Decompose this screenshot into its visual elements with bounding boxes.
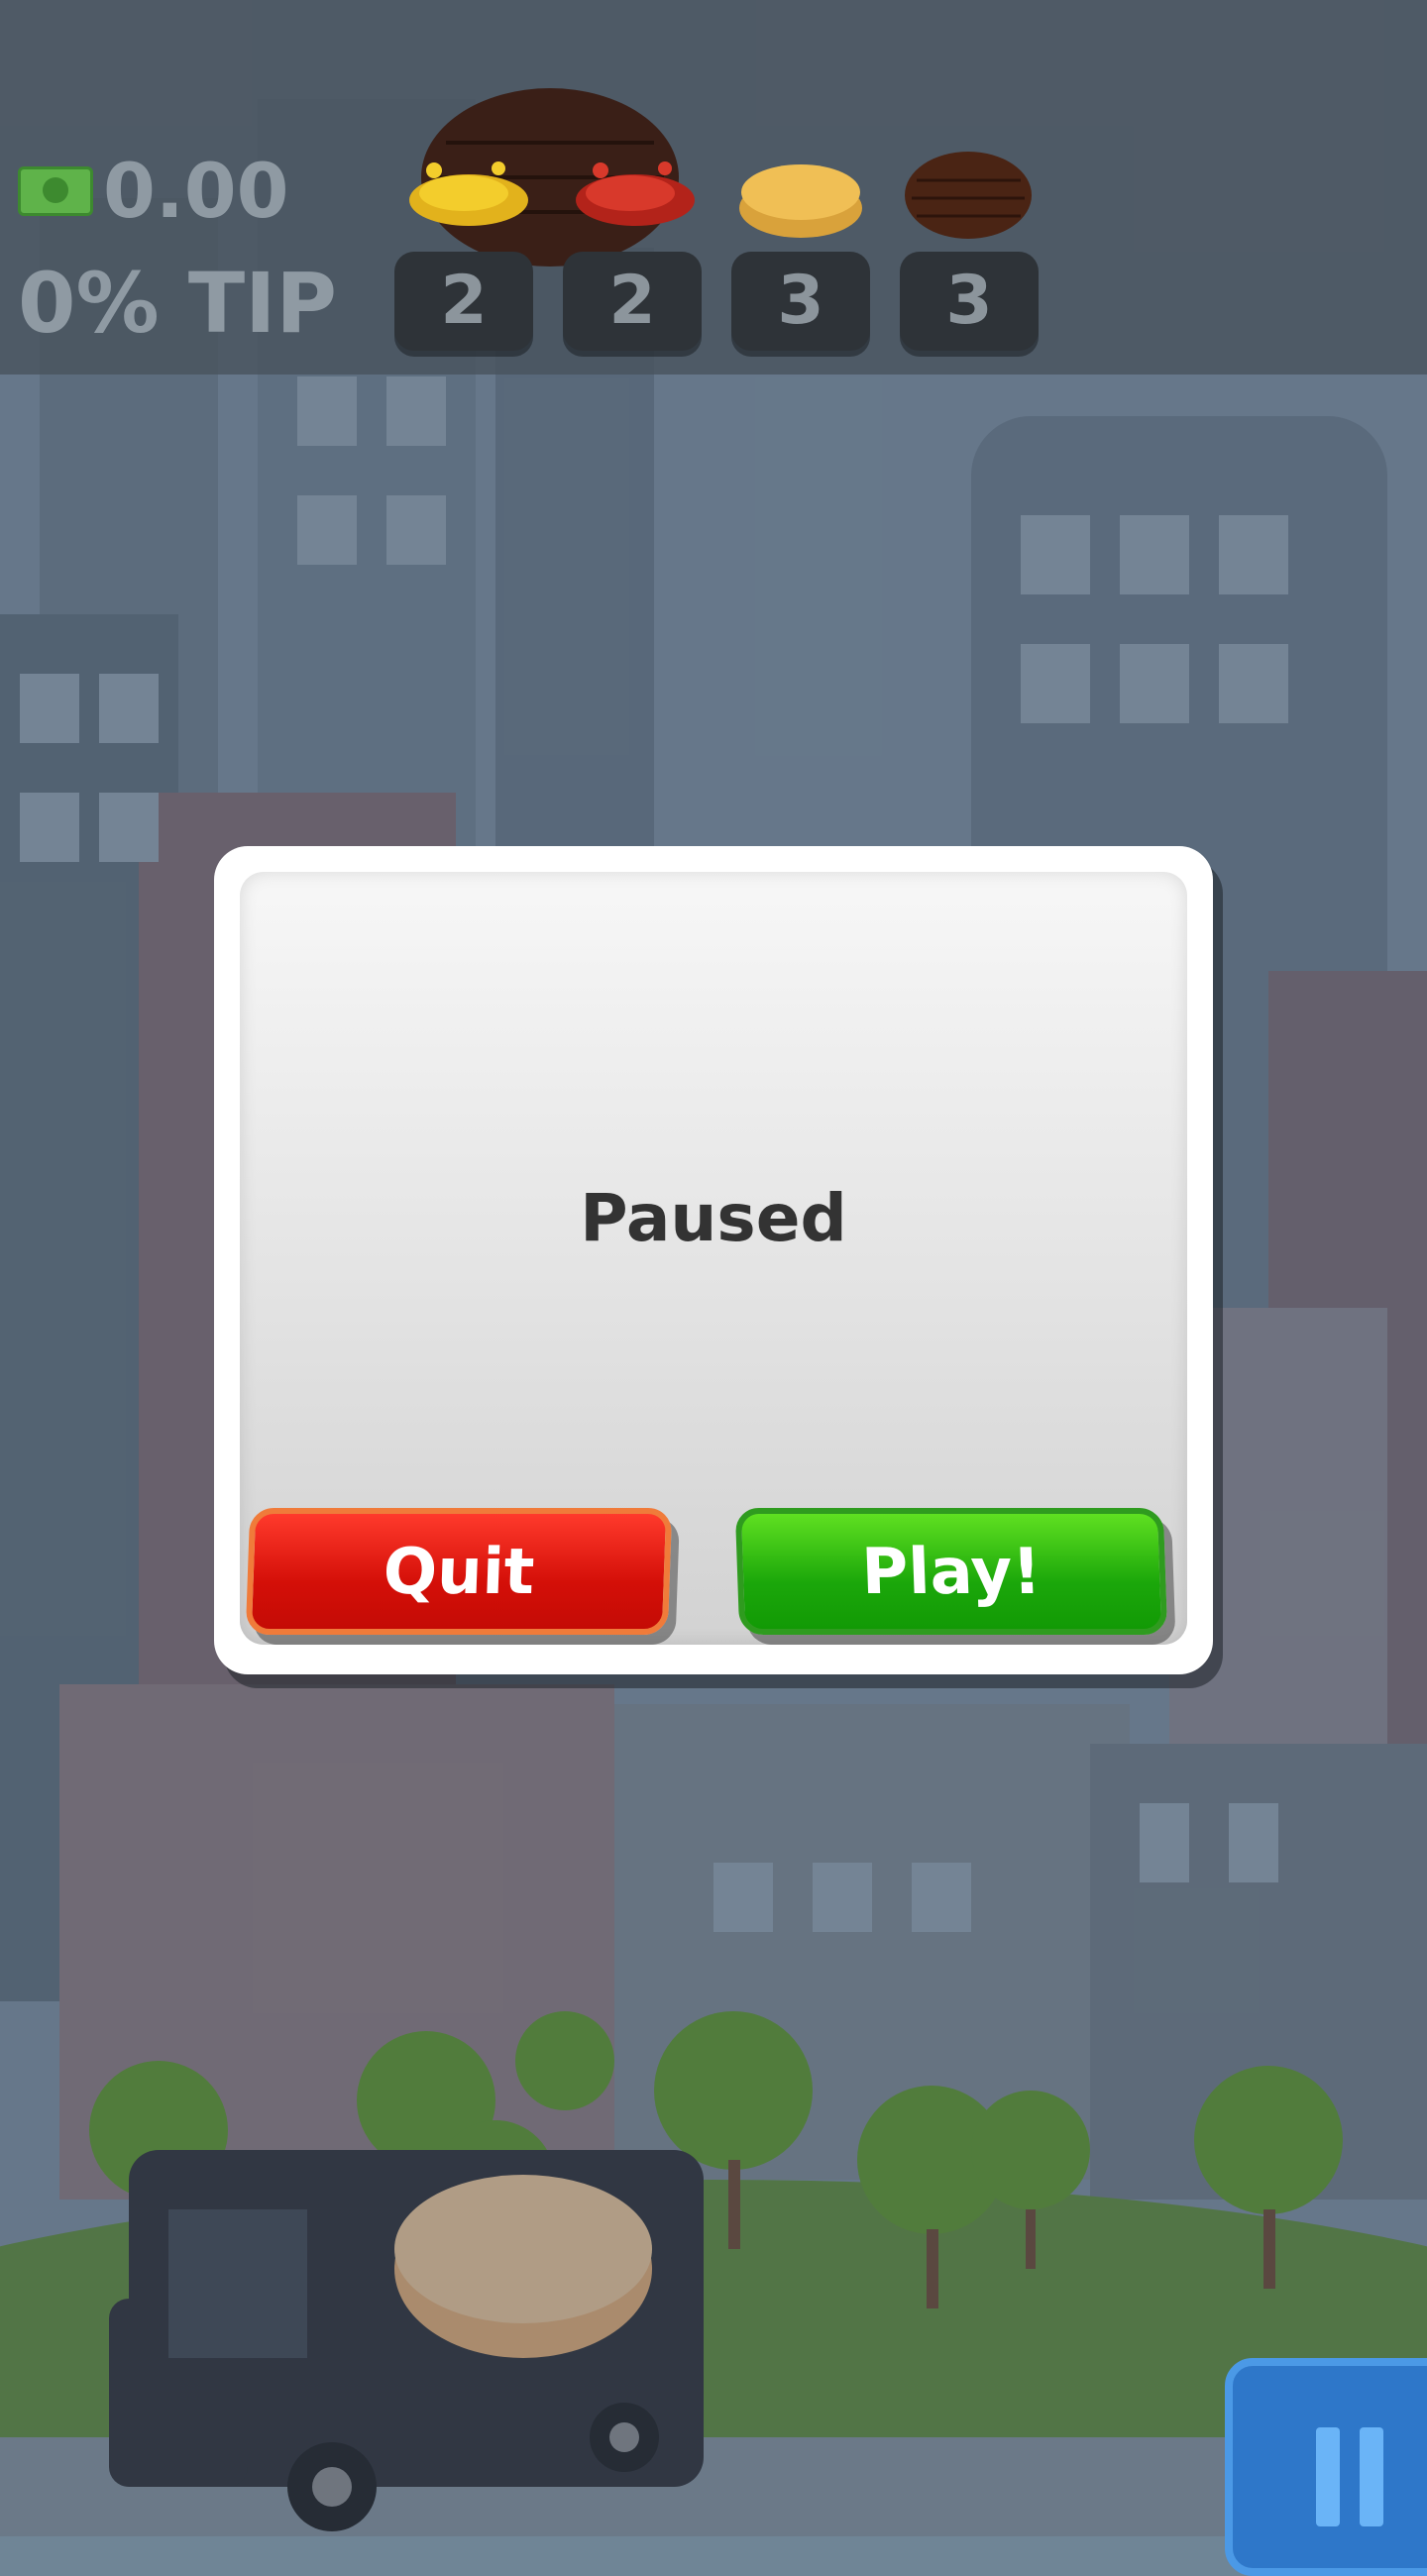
hud-bar: 0.00 0% TIP 2 2 3 3 [0,0,1427,375]
money-amount: 0.00 [103,147,289,235]
pause-button[interactable] [1225,2358,1427,2576]
ingredient-count-patty: 3 [900,252,1039,351]
quit-button[interactable]: Quit [245,1508,673,1635]
patty-with-mustard-icon [409,161,528,226]
ketchup-icon [576,161,695,226]
play-button[interactable]: Play! [734,1508,1168,1635]
pause-icon-bar [1360,2427,1383,2526]
tip-percentage: 0% TIP [18,255,337,352]
cash-icon [18,166,93,216]
dialog-title: Paused [580,1180,847,1256]
ingredient-count-cheese: 3 [731,252,870,351]
patty-icon [905,152,1032,239]
cheese-icon [739,164,862,238]
ingredient-count-mustard: 2 [394,252,533,351]
ingredient-count-ketchup: 2 [563,252,702,351]
pause-icon [1316,2427,1340,2526]
